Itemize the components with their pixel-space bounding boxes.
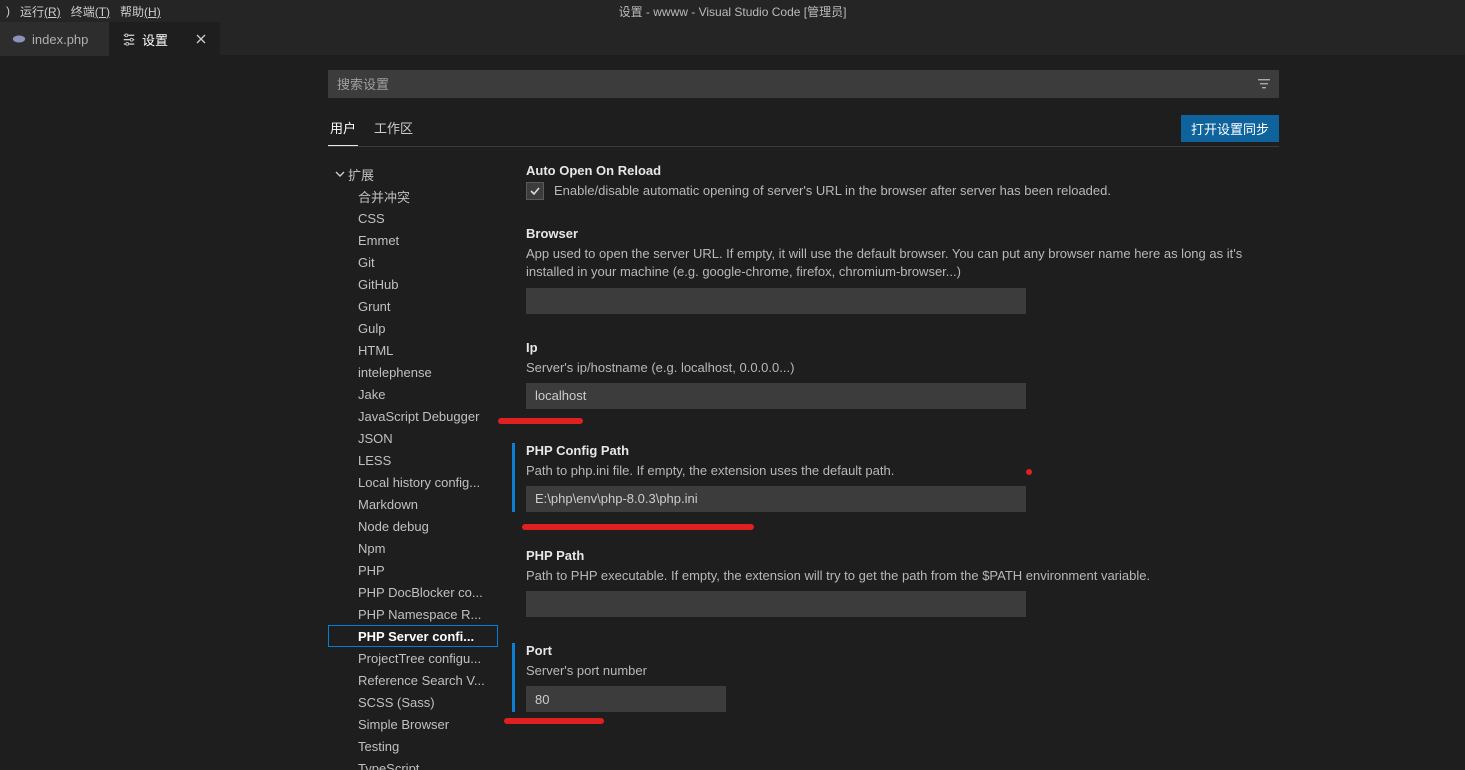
settings-icon xyxy=(122,32,136,46)
tab-label: 设置 xyxy=(142,30,168,49)
php-config-path-input[interactable] xyxy=(526,486,1026,512)
setting-title: Port xyxy=(526,643,1266,658)
tree-item[interactable]: Gulp xyxy=(328,317,498,339)
settings-content[interactable]: Auto Open On Reload Enable/disable autom… xyxy=(498,163,1279,770)
tree-item[interactable]: PHP Server confi... xyxy=(328,625,498,647)
tree-item[interactable]: TypeScript xyxy=(328,757,498,770)
menubar: ) 运行(R) 终端(T) 帮助(H) 设置 - wwww - Visual S… xyxy=(0,0,1465,22)
tree-item[interactable]: Jake xyxy=(328,383,498,405)
tree-item[interactable]: PHP DocBlocker co... xyxy=(328,581,498,603)
filter-icon[interactable] xyxy=(1257,78,1271,90)
setting-title: Auto Open On Reload xyxy=(526,163,1266,178)
menu-placeholder[interactable]: ) xyxy=(6,4,10,18)
tab-index-php[interactable]: index.php xyxy=(0,22,110,56)
menu-terminal[interactable]: 终端(T) xyxy=(71,3,110,20)
tree-section-extensions[interactable]: 扩展 xyxy=(328,163,498,185)
setting-title: PHP Config Path xyxy=(526,443,1266,458)
tree-item[interactable]: 合并冲突 xyxy=(328,185,498,207)
tree-item[interactable]: PHP Namespace R... xyxy=(328,603,498,625)
annotation-underline xyxy=(504,718,604,724)
checkbox[interactable] xyxy=(526,182,544,200)
setting-port: Port Server's port number xyxy=(526,643,1266,712)
tree-item[interactable]: Markdown xyxy=(328,493,498,515)
settings-tree[interactable]: 扩展 合并冲突CSSEmmetGitGitHubGruntGulpHTMLint… xyxy=(328,163,498,770)
setting-desc: App used to open the server URL. If empt… xyxy=(526,245,1266,281)
tree-item[interactable]: Node debug xyxy=(328,515,498,537)
scope-user[interactable]: 用户 xyxy=(328,114,358,146)
annotation-underline xyxy=(498,418,583,424)
php-path-input[interactable] xyxy=(526,591,1026,617)
modified-indicator xyxy=(512,643,515,712)
tree-item[interactable]: SCSS (Sass) xyxy=(328,691,498,713)
tree-item[interactable]: Git xyxy=(328,251,498,273)
tree-item[interactable]: LESS xyxy=(328,449,498,471)
tree-item[interactable]: Emmet xyxy=(328,229,498,251)
close-icon[interactable] xyxy=(185,33,207,45)
port-input[interactable] xyxy=(526,686,726,712)
setting-desc: Path to PHP executable. If empty, the ex… xyxy=(526,567,1266,585)
settings-editor: 用户 工作区 打开设置同步 扩展 合并冲突CSSEmmetGitGitHubGr… xyxy=(0,56,1465,770)
menu-run[interactable]: 运行(R) xyxy=(20,3,61,20)
setting-title: Ip xyxy=(526,340,1266,355)
annotation-underline xyxy=(522,524,754,530)
tree-item[interactable]: intelephense xyxy=(328,361,498,383)
tree-item[interactable]: Npm xyxy=(328,537,498,559)
setting-auto-open-on-reload: Auto Open On Reload Enable/disable autom… xyxy=(526,163,1266,200)
settings-sync-button[interactable]: 打开设置同步 xyxy=(1181,115,1279,142)
tabbar: index.php 设置 xyxy=(0,22,1465,56)
tree-item[interactable]: Local history config... xyxy=(328,471,498,493)
search-input[interactable] xyxy=(328,70,1279,98)
annotation-dot xyxy=(1026,469,1032,475)
ip-input[interactable] xyxy=(526,383,1026,409)
window-title: 设置 - wwww - Visual Studio Code [管理员] xyxy=(619,3,847,20)
chevron-down-icon xyxy=(334,168,348,180)
scope-workspace[interactable]: 工作区 xyxy=(372,114,415,146)
settings-search xyxy=(328,70,1279,98)
tree-item[interactable]: Testing xyxy=(328,735,498,757)
setting-php-config-path: PHP Config Path Path to php.ini file. If… xyxy=(526,443,1266,512)
setting-desc: Server's ip/hostname (e.g. localhost, 0.… xyxy=(526,359,1266,377)
tree-item[interactable]: Simple Browser xyxy=(328,713,498,735)
tree-item[interactable]: Grunt xyxy=(328,295,498,317)
tree-item[interactable]: PHP xyxy=(328,559,498,581)
setting-browser: Browser App used to open the server URL.… xyxy=(526,226,1266,313)
tree-item[interactable]: JSON xyxy=(328,427,498,449)
tab-label: index.php xyxy=(32,32,88,47)
tree-item[interactable]: ProjectTree configu... xyxy=(328,647,498,669)
tree-item[interactable]: CSS xyxy=(328,207,498,229)
setting-desc: Server's port number xyxy=(526,662,1266,680)
scope-switcher: 用户 工作区 打开设置同步 xyxy=(328,114,1279,147)
tab-settings[interactable]: 设置 xyxy=(110,22,220,56)
menu-help[interactable]: 帮助(H) xyxy=(120,3,161,20)
browser-input[interactable] xyxy=(526,288,1026,314)
setting-ip: Ip Server's ip/hostname (e.g. localhost,… xyxy=(526,340,1266,409)
tree-item[interactable]: GitHub xyxy=(328,273,498,295)
setting-php-path: PHP Path Path to PHP executable. If empt… xyxy=(526,548,1266,617)
setting-desc: Path to php.ini file. If empty, the exte… xyxy=(526,462,1266,480)
tree-item[interactable]: JavaScript Debugger xyxy=(328,405,498,427)
setting-desc: Enable/disable automatic opening of serv… xyxy=(554,182,1111,200)
modified-indicator xyxy=(512,443,515,512)
setting-title: PHP Path xyxy=(526,548,1266,563)
tree-item[interactable]: Reference Search V... xyxy=(328,669,498,691)
tree-item[interactable]: HTML xyxy=(328,339,498,361)
setting-title: Browser xyxy=(526,226,1266,241)
php-file-icon xyxy=(12,32,26,46)
